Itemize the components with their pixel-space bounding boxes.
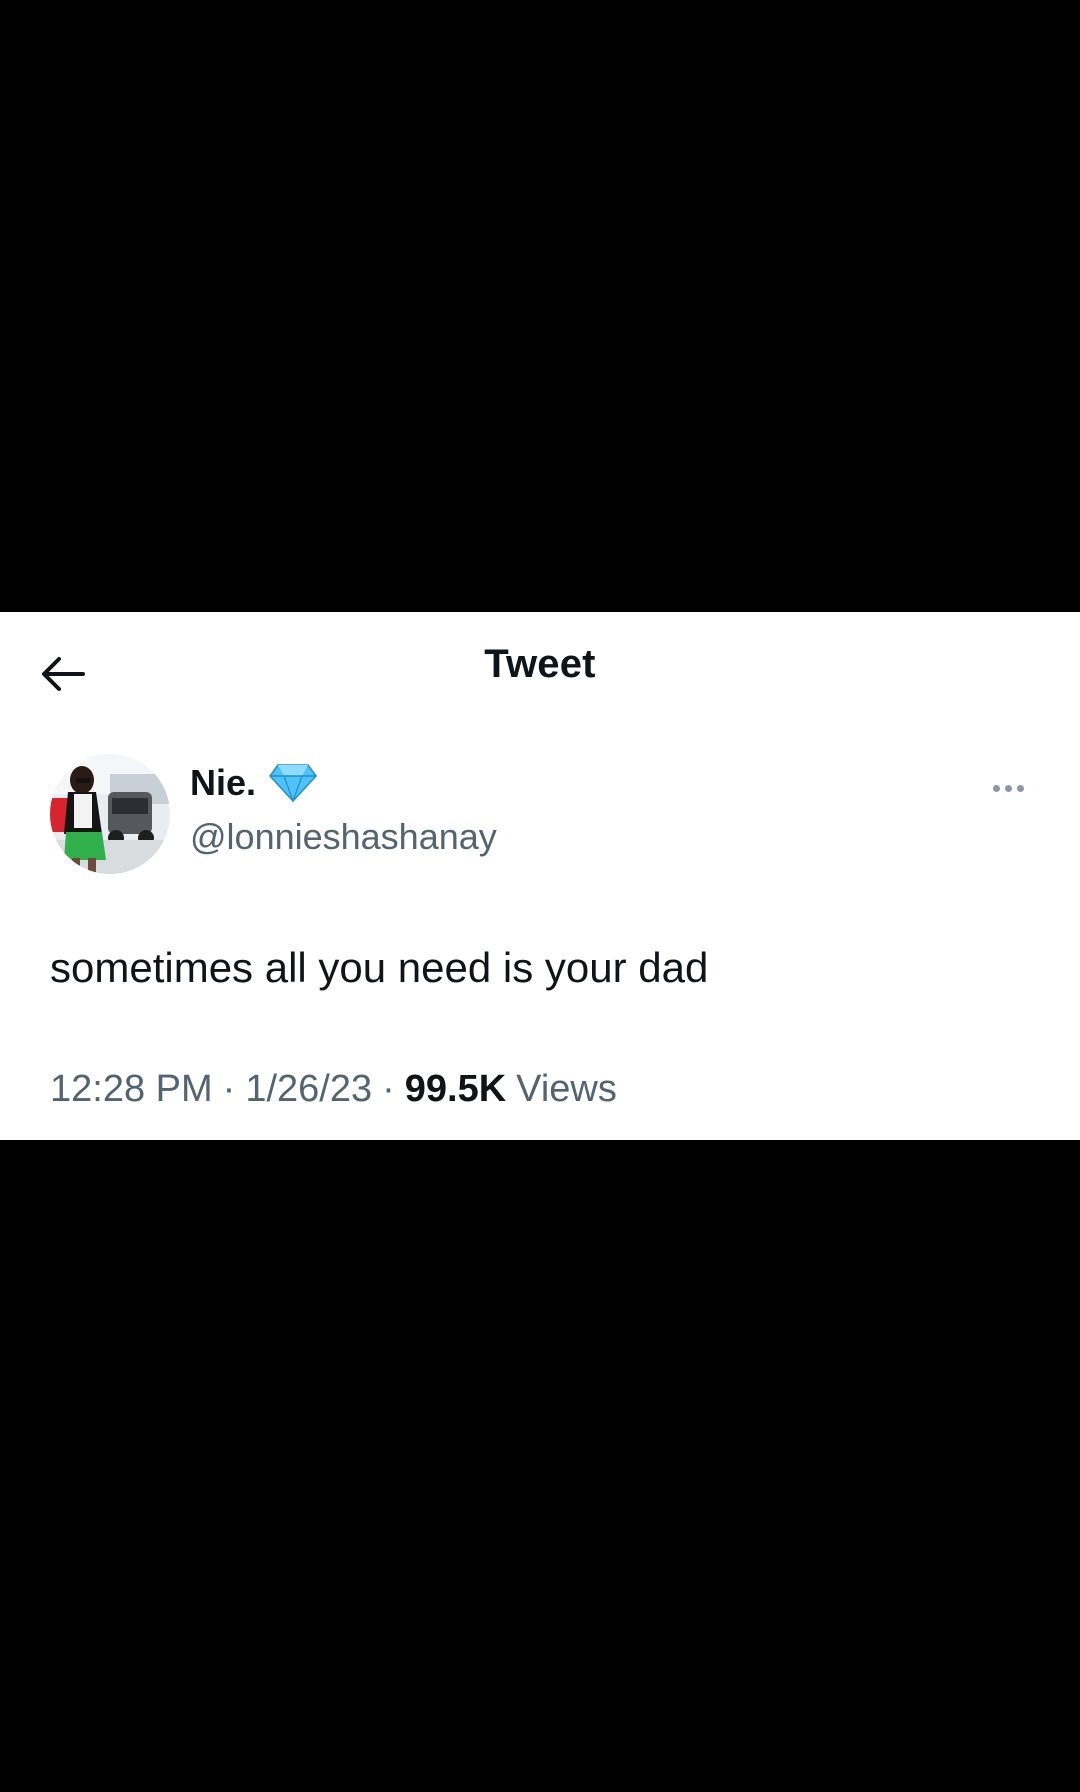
author-display-name[interactable]: Nie.	[190, 762, 256, 804]
tweet-text: sometimes all you need is your dad	[50, 944, 709, 991]
more-horizontal-icon	[1004, 784, 1012, 792]
avatar[interactable]	[50, 754, 170, 874]
more-options-button[interactable]	[984, 776, 1032, 800]
tweet-time[interactable]: 12:28 PM	[50, 1068, 213, 1111]
views-label[interactable]: Views	[516, 1068, 617, 1111]
views-count[interactable]: 99.5K	[405, 1068, 506, 1111]
tweet-card: Tweet Nie. @lonnieshashanay sometimes al…	[0, 612, 1080, 1140]
author-name-row[interactable]: Nie.	[190, 762, 318, 804]
author-handle[interactable]: @lonnieshashanay	[190, 816, 497, 858]
more-horizontal-icon	[992, 784, 1000, 792]
gem-icon	[269, 764, 317, 803]
tweet-date[interactable]: 1/26/23	[245, 1068, 372, 1111]
tweet-meta: 12:28 PM · 1/26/23 · 99.5K Views	[50, 1068, 617, 1111]
meta-separator: ·	[222, 1068, 236, 1110]
meta-separator: ·	[382, 1068, 395, 1110]
more-horizontal-icon	[1016, 784, 1024, 792]
page-title: Tweet	[484, 642, 596, 686]
